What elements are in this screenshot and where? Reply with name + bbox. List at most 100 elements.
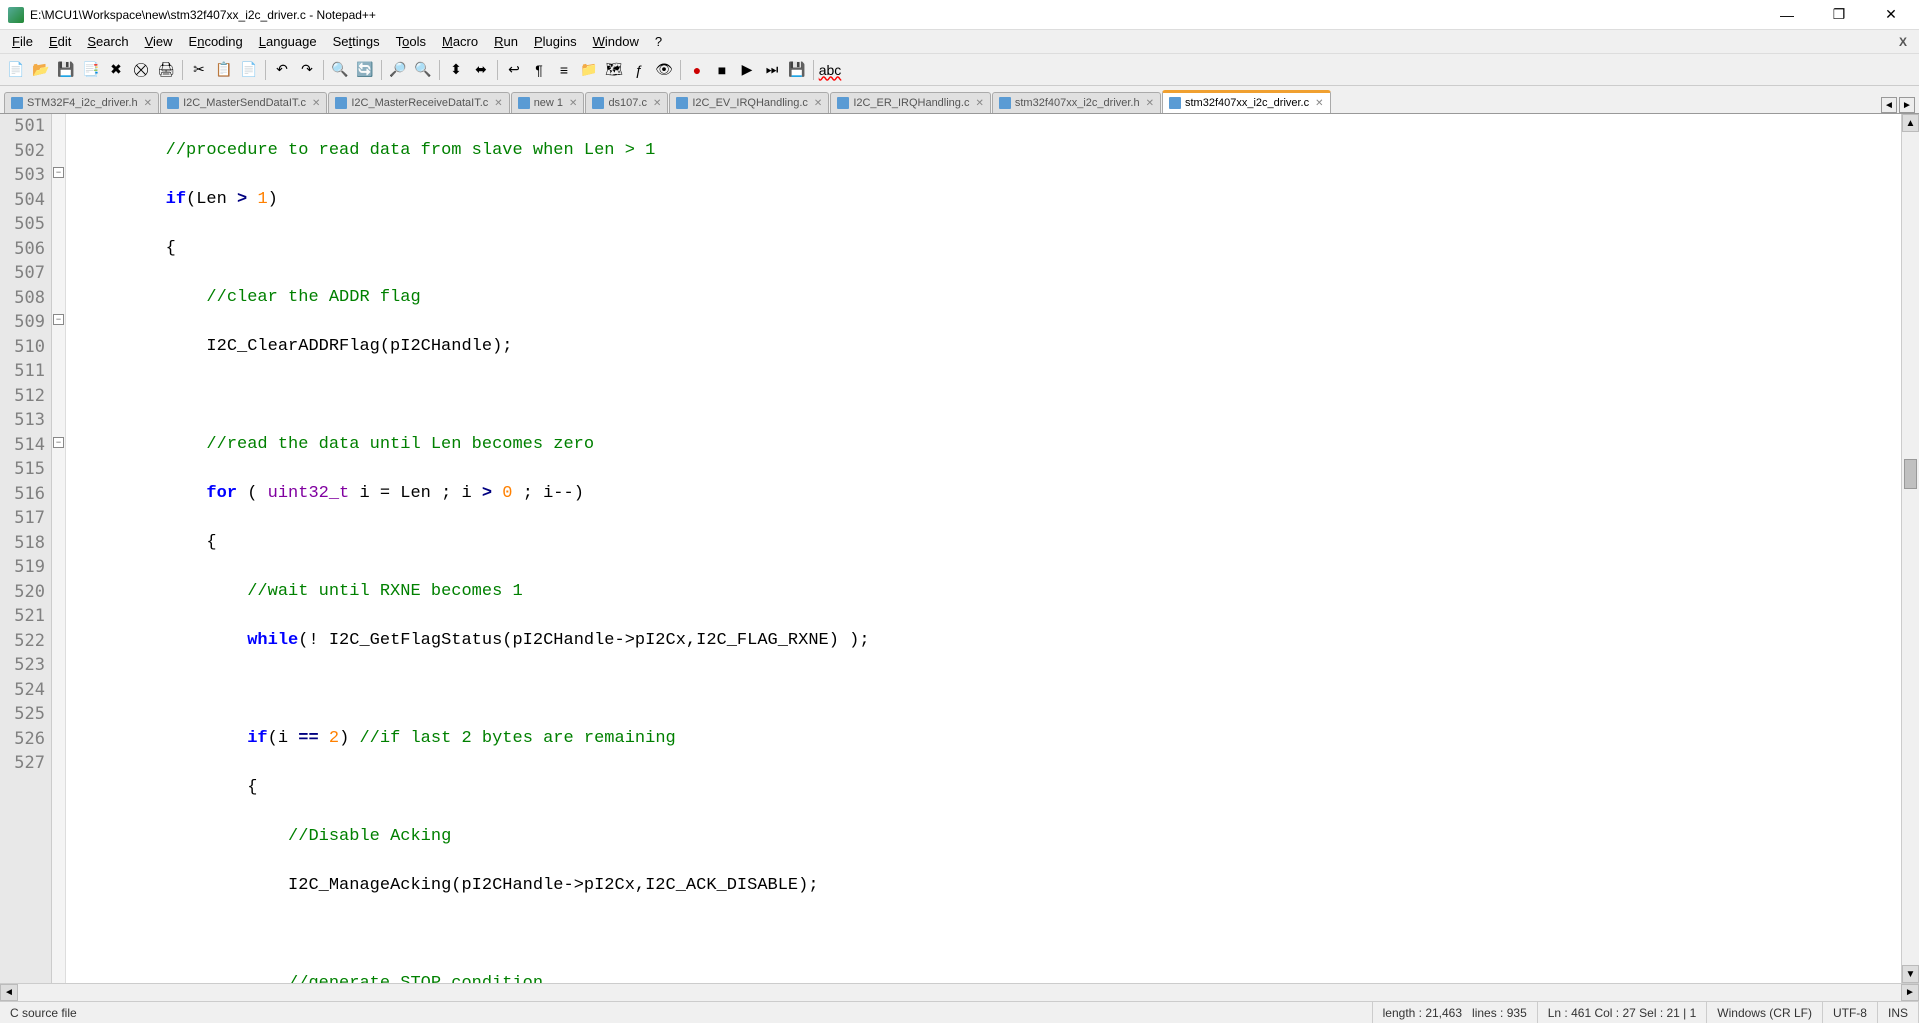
scroll-thumb[interactable] (1904, 459, 1917, 489)
func-list-button[interactable]: ƒ (627, 58, 651, 82)
statusbar: C source file length : 21,463 lines : 93… (0, 1001, 1919, 1023)
open-file-button[interactable]: 📂 (29, 58, 53, 82)
status-encoding: UTF-8 (1823, 1002, 1878, 1023)
tab-close-icon[interactable]: ✕ (1315, 98, 1323, 109)
vertical-scrollbar[interactable]: ▲ ▼ (1901, 114, 1919, 983)
cut-button[interactable]: ✂ (187, 58, 211, 82)
menu-language[interactable]: Language (251, 31, 325, 52)
status-eol: Windows (CR LF) (1707, 1002, 1823, 1023)
copy-button[interactable]: 📋 (212, 58, 236, 82)
show-all-button[interactable]: ¶ (527, 58, 551, 82)
menu-window[interactable]: Window (585, 31, 647, 52)
menubar: File Edit Search View Encoding Language … (0, 30, 1919, 54)
editor[interactable]: 5015025035045055065075085095105115125135… (0, 114, 1919, 983)
redo-button[interactable]: ↷ (295, 58, 319, 82)
scroll-up-button[interactable]: ▲ (1902, 114, 1919, 132)
stop-record-button[interactable]: ■ (710, 58, 734, 82)
save-all-button[interactable]: 📑 (79, 58, 103, 82)
menu-tools[interactable]: Tools (388, 31, 434, 52)
find-button[interactable]: 🔍 (328, 58, 352, 82)
status-filetype: C source file (0, 1002, 1373, 1023)
tab-close-icon[interactable]: ✕ (1146, 98, 1154, 109)
horizontal-scrollbar[interactable]: ◄ ► (0, 983, 1919, 1001)
record-button[interactable]: ● (685, 58, 709, 82)
tab-label: I2C_MasterReceiveDataIT.c (351, 97, 488, 109)
menu-help[interactable]: ? (647, 31, 670, 52)
fold-toggle[interactable]: − (53, 437, 64, 448)
menu-edit[interactable]: Edit (41, 31, 79, 52)
tab-close-icon[interactable]: ✕ (312, 98, 320, 109)
zoom-out-button[interactable]: 🔍 (411, 58, 435, 82)
save-macro-button[interactable]: 💾 (785, 58, 809, 82)
sync-v-button[interactable]: ⬍ (444, 58, 468, 82)
tab-8[interactable]: stm32f407xx_i2c_driver.c✕ (1162, 90, 1331, 113)
tab-0[interactable]: STM32F4_i2c_driver.h ✕ (4, 92, 159, 113)
tab-4[interactable]: ds107.c ✕ (585, 92, 668, 113)
tab-2[interactable]: I2C_MasterReceiveDataIT.c ✕ (328, 92, 509, 113)
save-button[interactable]: 💾 (54, 58, 78, 82)
menu-settings[interactable]: Settings (325, 31, 388, 52)
wordwrap-button[interactable]: ↩ (502, 58, 526, 82)
file-icon (837, 97, 849, 109)
file-icon (518, 97, 530, 109)
fold-toggle[interactable]: − (53, 314, 64, 325)
replace-button[interactable]: 🔄 (353, 58, 377, 82)
folder-button[interactable]: 📁 (577, 58, 601, 82)
zoom-in-button[interactable]: 🔎 (386, 58, 410, 82)
menu-macro[interactable]: Macro (434, 31, 486, 52)
app-icon (8, 7, 24, 23)
menu-search[interactable]: Search (79, 31, 136, 52)
file-icon (11, 97, 23, 109)
menu-run[interactable]: Run (486, 31, 526, 52)
menu-doc-close[interactable]: X (1891, 32, 1915, 52)
paste-button[interactable]: 📄 (237, 58, 261, 82)
tab-close-icon[interactable]: ✕ (144, 98, 152, 109)
tab-5[interactable]: I2C_EV_IRQHandling.c✕ (669, 92, 829, 113)
monitor-button[interactable]: 👁 (652, 58, 676, 82)
indent-guide-button[interactable]: ≡ (552, 58, 576, 82)
tab-close-icon[interactable]: ✕ (975, 98, 983, 109)
file-icon (676, 97, 688, 109)
status-insert-mode: INS (1878, 1002, 1919, 1023)
fold-toggle[interactable]: − (53, 167, 64, 178)
hscroll-track[interactable] (18, 984, 1901, 1001)
bookmark-margin (66, 114, 82, 983)
sync-h-button[interactable]: ⬌ (469, 58, 493, 82)
titlebar: E:\MCU1\Workspace\new\stm32f407xx_i2c_dr… (0, 0, 1919, 30)
scroll-right-button[interactable]: ► (1901, 984, 1919, 1001)
tab-7[interactable]: stm32f407xx_i2c_driver.h✕ (992, 92, 1161, 113)
scroll-left-button[interactable]: ◄ (0, 984, 18, 1001)
play-button[interactable]: ▶ (735, 58, 759, 82)
undo-button[interactable]: ↶ (270, 58, 294, 82)
tab-3[interactable]: new 1✕ (511, 92, 585, 113)
file-icon (999, 97, 1011, 109)
print-button[interactable]: 🖨 (154, 58, 178, 82)
tab-6[interactable]: I2C_ER_IRQHandling.c✕ (830, 92, 991, 113)
menu-view[interactable]: View (137, 31, 181, 52)
tab-scroll-right[interactable]: ► (1899, 97, 1915, 113)
scroll-down-button[interactable]: ▼ (1902, 965, 1919, 983)
close-button[interactable]: ✕ (1871, 3, 1911, 27)
file-icon (1169, 97, 1181, 109)
menu-plugins[interactable]: Plugins (526, 31, 585, 52)
new-file-button[interactable]: 📄 (4, 58, 28, 82)
tab-scroll-left[interactable]: ◄ (1881, 97, 1897, 113)
tab-label: ds107.c (608, 97, 647, 109)
tab-close-icon[interactable]: ✕ (569, 98, 577, 109)
tab-label: STM32F4_i2c_driver.h (27, 97, 138, 109)
minimize-button[interactable]: — (1767, 3, 1807, 27)
tab-close-icon[interactable]: ✕ (653, 98, 661, 109)
tab-label: I2C_MasterSendDataIT.c (183, 97, 306, 109)
close-file-button[interactable]: ✖ (104, 58, 128, 82)
maximize-button[interactable]: ❐ (1819, 3, 1859, 27)
play-multi-button[interactable]: ⏭ (760, 58, 784, 82)
menu-file[interactable]: File (4, 31, 41, 52)
close-all-button[interactable]: ⛒ (129, 58, 153, 82)
tab-close-icon[interactable]: ✕ (814, 98, 822, 109)
spell-check-button[interactable]: abc (818, 58, 842, 82)
menu-encoding[interactable]: Encoding (181, 31, 251, 52)
tab-close-icon[interactable]: ✕ (494, 98, 502, 109)
tab-1[interactable]: I2C_MasterSendDataIT.c ✕ (160, 92, 327, 113)
doc-map-button[interactable]: 🗺 (602, 58, 626, 82)
code-area[interactable]: //procedure to read data from slave when… (82, 114, 1901, 983)
